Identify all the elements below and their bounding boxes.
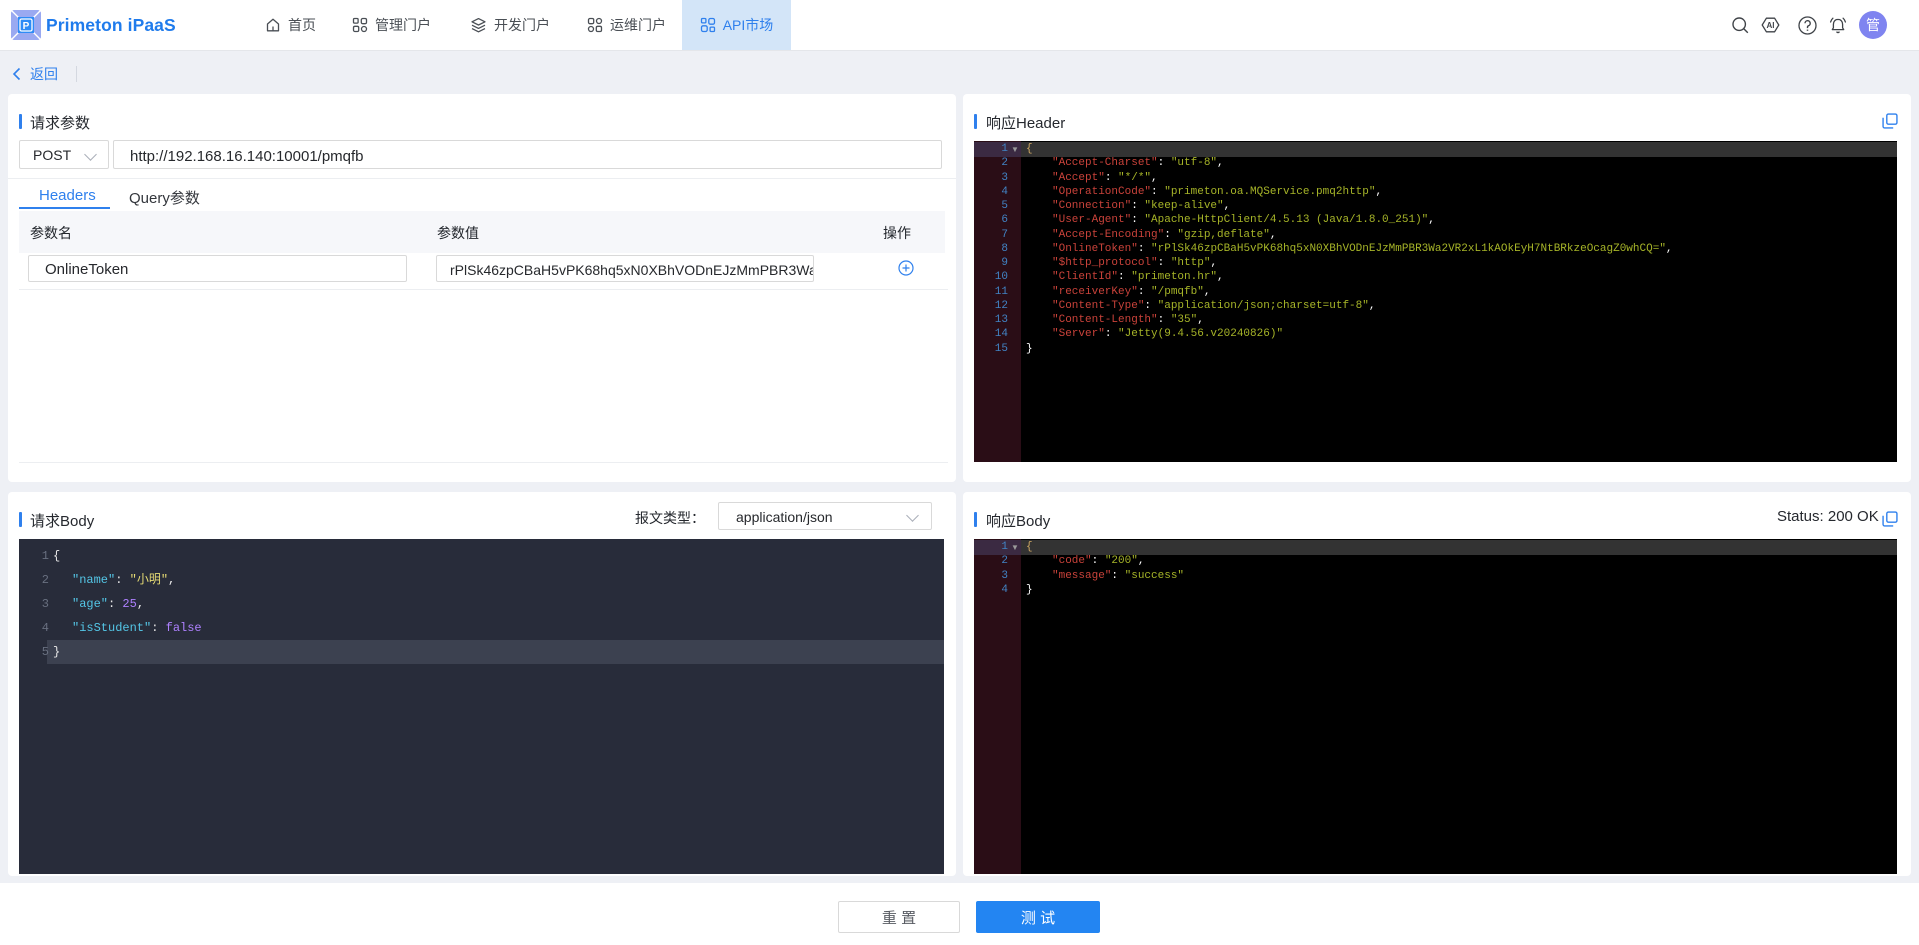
svg-text:AI: AI [1767, 21, 1775, 30]
svg-text:P: P [23, 21, 30, 32]
